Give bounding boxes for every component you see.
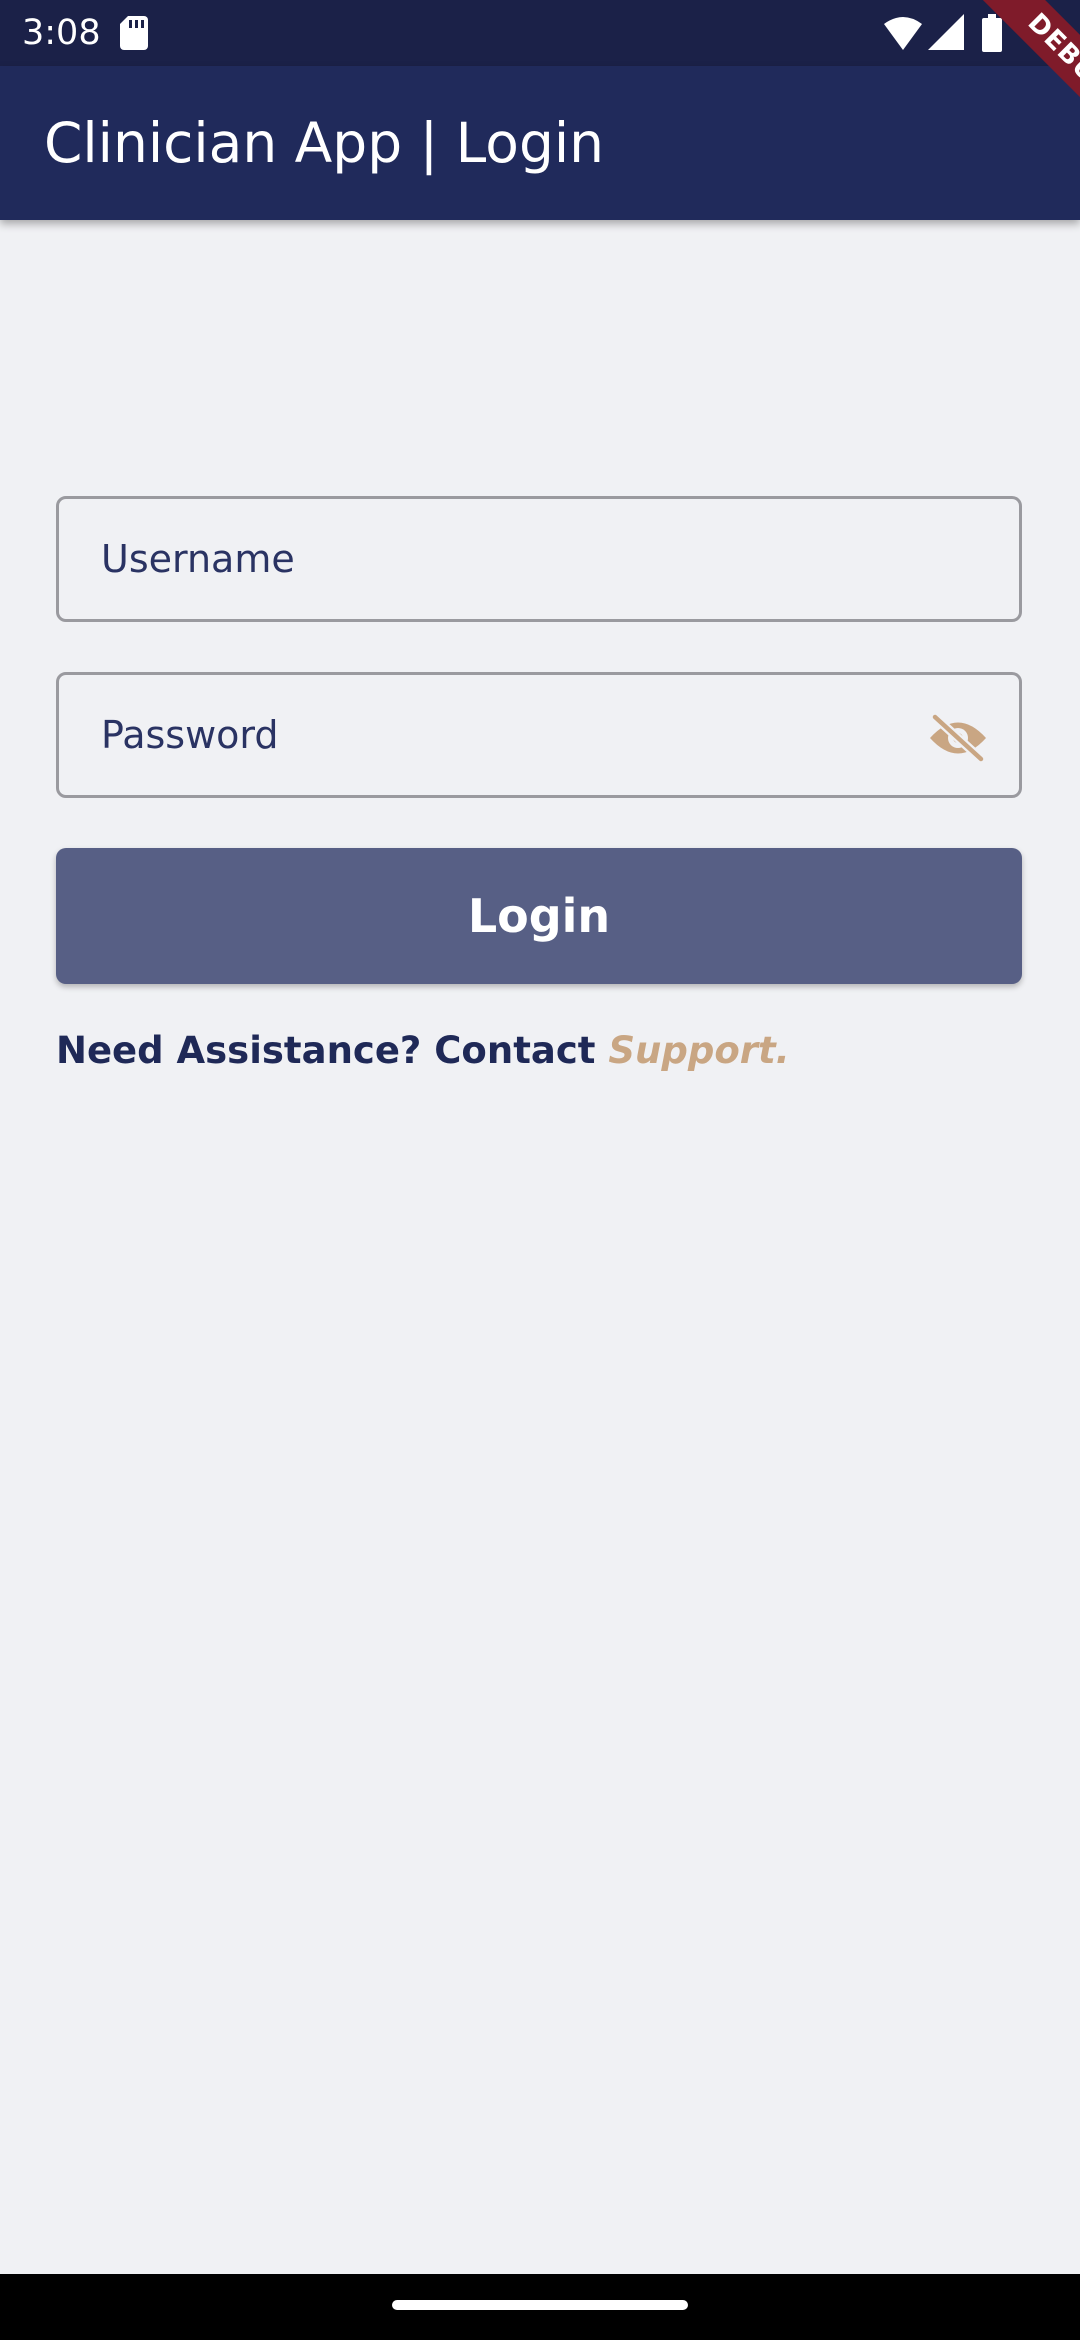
password-field[interactable]: Password [56,672,1022,798]
login-button[interactable]: Login [56,848,1022,984]
system-nav-bar [0,2274,1080,2340]
status-time: 3:08 [22,13,101,53]
username-field[interactable]: Username [56,496,1022,622]
visibility-off-icon[interactable] [927,713,989,763]
signal-icon [928,14,964,50]
assistance-text: Need Assistance? Contact [56,1029,609,1072]
status-bar: 3:08 [0,0,1080,66]
support-link[interactable]: Support. [608,1029,789,1072]
wifi-icon [884,17,922,50]
sd-card-icon [120,16,148,50]
page-title: Clinician App | Login [44,111,604,175]
password-placeholder: Password [101,713,279,757]
home-indicator[interactable] [392,2300,688,2310]
battery-icon [982,14,1002,52]
app-bar: Clinician App | Login [0,66,1080,220]
assistance-line: Need Assistance? Contact Support. [56,1024,790,1078]
username-placeholder: Username [101,537,295,581]
